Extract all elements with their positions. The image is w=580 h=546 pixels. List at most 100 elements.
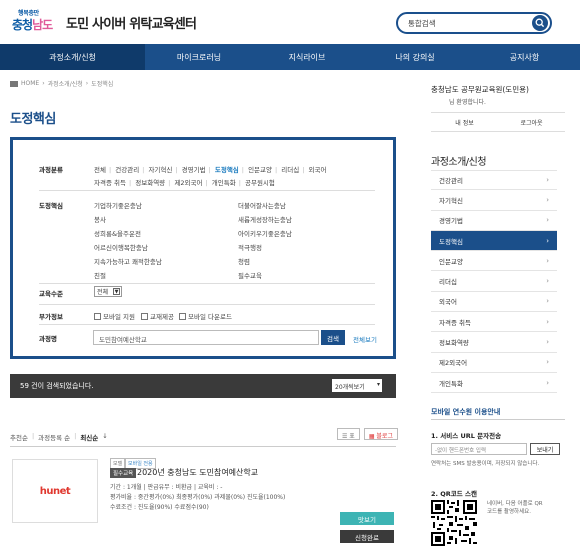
- level-select[interactable]: 전체 ▼: [94, 286, 122, 297]
- category-self-innovation[interactable]: 자기혁신: [148, 166, 172, 174]
- course-meta-evaluation: 평가비율 : 중간평가(0%) 최종평가(0%) 과제물(0%) 진도율(100…: [110, 494, 286, 501]
- main-nav: 과정소개/신청 마이크로러닝 지식라이브 나의 강의실 공지사항: [0, 44, 580, 70]
- preview-button[interactable]: 맛보기: [340, 512, 394, 525]
- course-badge: 필수교육: [110, 468, 137, 478]
- nav-item-notice[interactable]: 공지사항: [469, 44, 580, 70]
- category-all[interactable]: 전체: [94, 166, 106, 174]
- core-option[interactable]: 친절: [94, 270, 106, 280]
- category-second-language[interactable]: 제2외국어: [174, 179, 202, 187]
- sidebar-item-second-language[interactable]: 제2외국어 ›: [431, 353, 557, 373]
- home-icon: [10, 80, 18, 87]
- course-name-input[interactable]: 도민참여예산학교: [93, 330, 319, 345]
- nav-item-course[interactable]: 과정소개/신청: [0, 44, 145, 70]
- page-title: 도정핵심: [10, 112, 56, 127]
- global-search-input[interactable]: 통합검색: [408, 18, 532, 29]
- category-health[interactable]: 건강관리: [115, 166, 139, 174]
- sidebar-item-it[interactable]: 정보화역량 ›: [431, 332, 557, 353]
- core-option[interactable]: 지속가능하고 쾌적한충남: [94, 256, 162, 266]
- sidebar-item-leadership[interactable]: 리더십 ›: [431, 271, 557, 292]
- category-it[interactable]: 정보화역량: [135, 179, 165, 187]
- category-exam[interactable]: 공무원시험: [245, 179, 275, 187]
- send-sms-button[interactable]: 보내기: [530, 443, 560, 455]
- core-option[interactable]: 새롭게성장하는충남: [238, 214, 292, 224]
- category-language[interactable]: 외국어: [309, 166, 327, 174]
- core-option[interactable]: 적극행정: [238, 242, 262, 252]
- filter-label-extra: 부가정보: [39, 313, 63, 321]
- breadcrumb: HOME › 과정소개/신청 › 도정핵심: [10, 79, 113, 88]
- checkbox-icon[interactable]: [94, 312, 101, 320]
- core-option[interactable]: 봉사: [94, 214, 106, 224]
- course-meta-period: 기간 : 1개월 | 판급유무 : 비환급 | 교육비 : -: [110, 484, 223, 491]
- sidebar-item-self-innovation[interactable]: 자기혁신 ›: [431, 190, 557, 211]
- breadcrumb-level1[interactable]: 과정소개/신청: [48, 79, 83, 88]
- sidebar-menu: 건강관리 › 자기혁신 › 경영기법 › 도정핵심 › 인문교양 › 리더십 › 외국어 › …: [431, 170, 557, 394]
- filter-label-course: 과정명: [39, 335, 57, 343]
- checkbox-textbook[interactable]: 교재제공: [141, 311, 174, 321]
- core-option[interactable]: 청렴: [238, 256, 250, 266]
- course-title[interactable]: 2020년 충청남도 도민참여예산학교: [137, 467, 258, 478]
- chevron-right-icon: ›: [546, 176, 549, 185]
- core-option[interactable]: 성희롱&을주운전: [94, 228, 141, 238]
- checkbox-mobile-download[interactable]: 모바일 다운로드: [179, 311, 232, 321]
- global-search[interactable]: 통합검색: [396, 12, 552, 34]
- blog-view-button[interactable]: ▦ 블로그: [363, 428, 398, 440]
- breadcrumb-separator: ›: [85, 80, 89, 87]
- category-personal[interactable]: 개인특화: [212, 179, 236, 187]
- sort-registered[interactable]: 과정등록 순: [38, 432, 70, 442]
- core-option[interactable]: 더불어잘사는충남: [238, 200, 286, 210]
- breadcrumb-home[interactable]: HOME: [21, 80, 39, 87]
- checkbox-icon[interactable]: [141, 312, 148, 320]
- per-page-value: 20개씩보기: [335, 384, 365, 391]
- category-certificate[interactable]: 자격증 취득: [94, 179, 126, 187]
- category-management[interactable]: 경영기법: [182, 166, 206, 174]
- site-logo[interactable]: 행복충만 충청남도 도민 사이버 위탁교육센터: [10, 8, 197, 36]
- search-icon[interactable]: [532, 15, 548, 31]
- category-core[interactable]: 도정핵심: [215, 166, 239, 174]
- filter-divider: [39, 190, 375, 191]
- checkbox-mobile-support[interactable]: 모바일 지원: [94, 311, 135, 321]
- thumbnail-logo: hunet: [39, 485, 71, 497]
- core-option[interactable]: 필수교육: [238, 270, 262, 280]
- course-thumbnail[interactable]: hunet: [12, 459, 98, 523]
- nav-item-my-classroom[interactable]: 나의 강의실: [361, 44, 469, 70]
- logout-link[interactable]: 로그아웃: [498, 113, 565, 131]
- nav-item-knowledge-live[interactable]: 지식라이브: [253, 44, 361, 70]
- nav-item-microlearning[interactable]: 마이크로러닝: [145, 44, 253, 70]
- core-option[interactable]: 기업하기좋은충남: [94, 200, 142, 210]
- sidebar-item-core[interactable]: 도정핵심 ›: [431, 230, 557, 252]
- core-option[interactable]: 아이키우기좋은충남: [238, 228, 292, 238]
- course-meta-completion: 수료조건 : 진도율(90%) 수료점수(90): [110, 504, 209, 511]
- category-list: 전체 | 건강관리 | 자기혁신 | 경영기법 | 도정핵심 | 인문교양 | 리더십 | 외…: [94, 166, 327, 187]
- breadcrumb-separator: ›: [42, 80, 45, 87]
- chevron-right-icon: ›: [546, 277, 549, 286]
- header: 행복충만 충청남도 도민 사이버 위탁교육센터 통합검색: [0, 0, 580, 44]
- chevron-down-icon: ▾: [376, 381, 380, 388]
- sidebar-item-personal[interactable]: 개인특화 ›: [431, 373, 557, 394]
- core-option[interactable]: 어르신이행복한충남: [94, 242, 148, 252]
- phone-number-input[interactable]: -없이 핸드폰번호 입력: [431, 443, 527, 455]
- sort-recommended[interactable]: 추천순: [10, 432, 28, 442]
- sidebar-item-health[interactable]: 건강관리 ›: [431, 170, 557, 191]
- sidebar-item-language[interactable]: 외국어 ›: [431, 292, 557, 313]
- sidebar-item-certificate[interactable]: 자격증 취득 ›: [431, 312, 557, 333]
- chevron-down-icon: ▼: [113, 288, 120, 295]
- course-filter: 과정분류 전체 | 건강관리 | 자기혁신 | 경영기법 | 도정핵심 | 인문교양 | 리…: [10, 137, 396, 359]
- sidebar-item-humanities[interactable]: 인문교양 ›: [431, 251, 557, 272]
- view-all-link[interactable]: 전체보기: [353, 334, 377, 344]
- sidebar-item-management[interactable]: 경영기법 ›: [431, 211, 557, 231]
- results-bar: 59 건이 검색되었습니다. 20개씩보기 ▾: [10, 374, 396, 398]
- filter-search-button[interactable]: 검색: [321, 330, 345, 345]
- user-organization: 충청남도 공무원교육원(도민용): [431, 85, 529, 94]
- logo-region: 충청남도: [12, 18, 53, 32]
- per-page-select[interactable]: 20개씩보기 ▾: [332, 379, 382, 392]
- sort-latest[interactable]: 최신순: [80, 432, 98, 442]
- checkbox-icon[interactable]: [179, 312, 186, 320]
- list-view-button[interactable]: ☰ 표: [337, 428, 360, 440]
- my-info-link[interactable]: 내 정보: [431, 113, 498, 131]
- category-leadership[interactable]: 리더십: [281, 166, 299, 174]
- list-divider: [10, 446, 396, 447]
- category-humanities[interactable]: 인문교양: [248, 166, 272, 174]
- arrow-down-icon: ↓: [102, 432, 108, 440]
- chevron-right-icon: ›: [546, 317, 549, 326]
- apply-complete-button[interactable]: 신청완료: [340, 530, 394, 543]
